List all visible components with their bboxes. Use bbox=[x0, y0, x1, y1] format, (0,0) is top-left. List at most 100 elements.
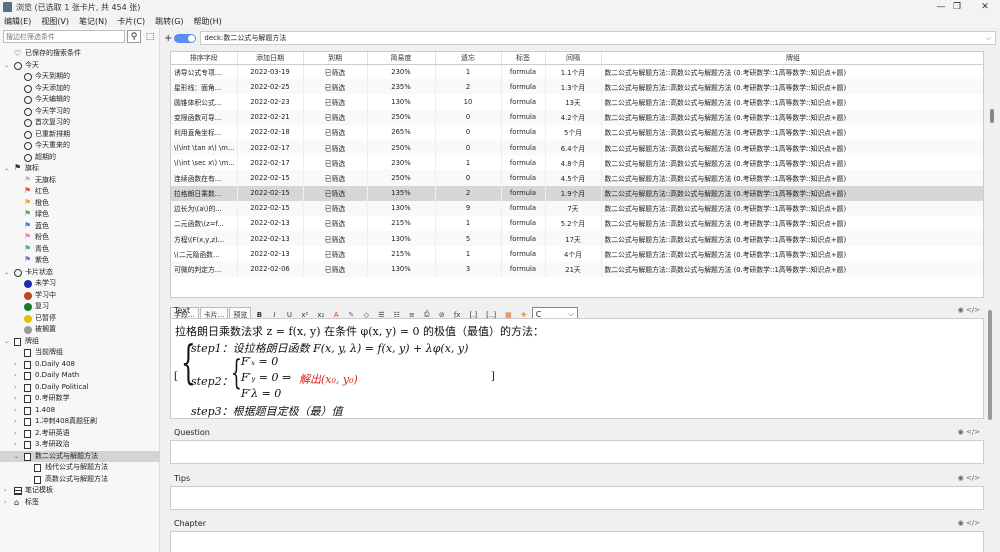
column-header[interactable]: 添加日期 bbox=[237, 52, 304, 65]
sidebar-item[interactable]: ♡ 已保存的搜索条件 bbox=[0, 48, 160, 60]
field-icons[interactable]: ◉ </> bbox=[958, 517, 980, 530]
chevron-down-icon[interactable]: ⌄ bbox=[4, 60, 9, 72]
sidebar-item[interactable]: 今天编辑的 bbox=[0, 94, 160, 106]
chevron-right-icon[interactable]: › bbox=[14, 428, 16, 440]
field-icons[interactable]: ◉ </> bbox=[958, 472, 980, 485]
sidebar-item[interactable]: 今天到期的 bbox=[0, 71, 160, 83]
chevron-right-icon[interactable]: › bbox=[14, 416, 16, 428]
plus-icon[interactable]: + bbox=[164, 33, 172, 44]
table-row[interactable]: 利用直角坐标... 2022-02-18 已筛选 265% 0 formula 5个月 数二公… bbox=[171, 124, 983, 140]
sidebar-item[interactable]: › 0.Daily 408 bbox=[0, 359, 160, 371]
sidebar-item[interactable]: ⚑ 红色 bbox=[0, 186, 160, 198]
table-row[interactable]: 变限函数可导... 2022-02-21 已筛选 250% 0 formula 4.2个月数… bbox=[171, 109, 983, 125]
close-button[interactable]: ✕ bbox=[970, 0, 1000, 14]
sidebar-item[interactable]: › 1.冲刺408真题狂刷 bbox=[0, 416, 160, 428]
menu-help[interactable]: 帮助(H) bbox=[194, 16, 222, 27]
menu-view[interactable]: 视图(V) bbox=[41, 16, 69, 27]
sidebar-item[interactable]: 被搁置 bbox=[0, 324, 160, 336]
sidebar-item[interactable]: › 0.Daily Political bbox=[0, 382, 160, 394]
sidebar-item[interactable]: › 2.考研英语 bbox=[0, 428, 160, 440]
sidebar-item[interactable]: ⚑ 粉色 bbox=[0, 232, 160, 244]
column-header[interactable]: 间隔 bbox=[545, 52, 602, 65]
sidebar-item[interactable]: ⚑ 蓝色 bbox=[0, 221, 160, 233]
sidebar-item[interactable]: ⌄ 牌组 bbox=[0, 336, 160, 348]
table-row[interactable]: \(\int \tan x\) \m... 2022-02-17 已筛选 250% 0 f… bbox=[171, 139, 983, 156]
table-row[interactable]: 可微的判定方... 2022-02-06 已筛选 130% 3 formula 21天 数二公… bbox=[171, 261, 983, 277]
chevron-down-icon[interactable]: ⌄ bbox=[14, 451, 19, 463]
chevron-right-icon[interactable]: › bbox=[14, 439, 16, 451]
sidebar-item[interactable]: 学习中 bbox=[0, 290, 160, 302]
sidebar-item[interactable]: ⚑ 橙色 bbox=[0, 198, 160, 210]
table-row[interactable]: 方程\(F(x,y,z)... 2022-02-13 已筛选 130% 5 formula… bbox=[171, 231, 983, 247]
table-row[interactable]: \(二元隐函数... 2022-02-13 已筛选 215% 1 formula 4个月 数二… bbox=[171, 246, 983, 262]
sidebar-item[interactable]: 已暂停 bbox=[0, 313, 160, 325]
column-header[interactable]: 排序字段 bbox=[171, 52, 238, 65]
chapter-field-editor[interactable] bbox=[170, 531, 984, 552]
sidebar-item[interactable]: 复习 bbox=[0, 301, 160, 313]
sidebar-item[interactable]: › 3.考研政治 bbox=[0, 439, 160, 451]
tips-field-editor[interactable] bbox=[170, 486, 984, 510]
sidebar-item[interactable]: ⚑ 绿色 bbox=[0, 209, 160, 221]
sidebar-item[interactable]: 今天添加的 bbox=[0, 83, 160, 95]
field-icons[interactable]: ◉ </> bbox=[958, 304, 980, 317]
menu-edit[interactable]: 编辑(E) bbox=[4, 16, 31, 27]
text-field-editor[interactable]: 拉格朗日乘数法求 z = f(x, y) 在条件 φ(x, y) = 0 的极值… bbox=[170, 318, 984, 419]
sidebar-item[interactable]: ⚑ 青色 bbox=[0, 244, 160, 256]
select-tool-icon[interactable]: ⬚ bbox=[143, 30, 157, 43]
chevron-down-icon[interactable]: ⌄ bbox=[4, 163, 9, 175]
sidebar-item[interactable]: ⌄ 今天 bbox=[0, 60, 160, 72]
column-header[interactable]: 牌组 bbox=[601, 52, 983, 65]
chevron-right-icon[interactable]: › bbox=[14, 370, 16, 382]
sidebar-item[interactable]: ⌄ ⚑ 旗标 bbox=[0, 163, 160, 175]
sidebar-item[interactable]: ⚑ 无旗标 bbox=[0, 175, 160, 187]
chevron-right-icon[interactable]: › bbox=[14, 382, 16, 394]
question-field-editor[interactable] bbox=[170, 440, 984, 464]
sidebar-item[interactable]: 线代公式与解题方法 bbox=[0, 462, 160, 474]
table-row[interactable]: 星形线：面角... 2022-02-25 已筛选 235% 2 formula 1.3个月数… bbox=[171, 79, 983, 95]
chevron-down-icon[interactable]: ⌵ bbox=[986, 32, 991, 44]
sidebar-item[interactable]: › 1.408 bbox=[0, 405, 160, 417]
column-header[interactable]: 简易度 bbox=[367, 52, 436, 65]
menu-cards[interactable]: 卡片(C) bbox=[117, 16, 145, 27]
table-row[interactable]: \(\int \sec x\) \m... 2022-02-17 已筛选 230% 1 f… bbox=[171, 155, 983, 171]
sidebar-item[interactable]: 今天重来的 bbox=[0, 140, 160, 152]
chevron-right-icon[interactable]: › bbox=[14, 359, 16, 371]
table-row[interactable]: 连续函数在有... 2022-02-15 已筛选 250% 0 formula 4.5个月数… bbox=[171, 170, 983, 186]
chevron-down-icon[interactable]: ⌄ bbox=[4, 267, 9, 279]
cards-notes-toggle[interactable] bbox=[174, 33, 197, 43]
sidebar-item[interactable]: ⚑ 紫色 bbox=[0, 255, 160, 267]
sidebar-item[interactable]: › ⌂ 标签 bbox=[0, 497, 160, 509]
sidebar-item[interactable]: ⌄ 卡片状态 bbox=[0, 267, 160, 279]
sidebar-item[interactable]: 高数公式与解题方法 bbox=[0, 474, 160, 486]
column-header[interactable]: 遗忘 bbox=[435, 52, 502, 65]
sidebar-item[interactable]: 首次复习的 bbox=[0, 117, 160, 129]
menu-go[interactable]: 跳转(G) bbox=[155, 16, 183, 27]
menu-notes[interactable]: 笔记(N) bbox=[79, 16, 107, 27]
chevron-right-icon[interactable]: › bbox=[4, 497, 6, 509]
maximize-button[interactable]: ❐ bbox=[942, 0, 972, 14]
table-row[interactable]: 圆锥体积公式... 2022-02-23 已筛选 130% 10 formula 13天 数二… bbox=[171, 94, 983, 110]
editor-scrollbar[interactable] bbox=[986, 306, 994, 546]
table-row[interactable]: 边长为\(a\)的... 2022-02-15 已筛选 130% 9 formula 7天数… bbox=[171, 200, 983, 216]
sidebar-item[interactable]: 超期的 bbox=[0, 152, 160, 164]
table-row[interactable]: 诱导公式专项... 2022-03-19 已筛选 230% 1 formula 1.1个月数… bbox=[171, 64, 983, 80]
sidebar-item[interactable]: ⌄ 数二公式与解题方法 bbox=[0, 450, 160, 463]
field-icons[interactable]: ◉ </> bbox=[958, 426, 980, 439]
search-icon[interactable]: ⚲ bbox=[127, 30, 141, 43]
column-header[interactable]: 到期 bbox=[303, 52, 368, 65]
chevron-right-icon[interactable]: › bbox=[4, 485, 6, 497]
sidebar-item[interactable]: 未学习 bbox=[0, 278, 160, 290]
chevron-right-icon[interactable]: › bbox=[14, 393, 16, 405]
sidebar-item[interactable]: › 0.考研数学 bbox=[0, 393, 160, 405]
sidebar-item[interactable]: 当前牌组 bbox=[0, 347, 160, 359]
chevron-down-icon[interactable]: ⌄ bbox=[4, 336, 9, 348]
chevron-right-icon[interactable]: › bbox=[14, 405, 16, 417]
table-scrollbar[interactable] bbox=[988, 51, 996, 298]
sidebar-item[interactable]: › 0.Daily Math bbox=[0, 370, 160, 382]
sidebar-item[interactable]: 今天学习的 bbox=[0, 106, 160, 118]
sidebar-search-input[interactable] bbox=[3, 30, 125, 43]
table-row[interactable]: 二元函数\(z=f... 2022-02-13 已筛选 215% 1 formula 5.2… bbox=[171, 215, 983, 232]
table-row[interactable]: 拉格朗日乘数... 2022-02-15 已筛选 135% 2 formula 1.9个月数… bbox=[171, 185, 983, 201]
column-header[interactable]: 标签 bbox=[501, 52, 546, 65]
search-query-input[interactable]: deck:数二公式与解题方法 ⌵ bbox=[200, 31, 996, 45]
